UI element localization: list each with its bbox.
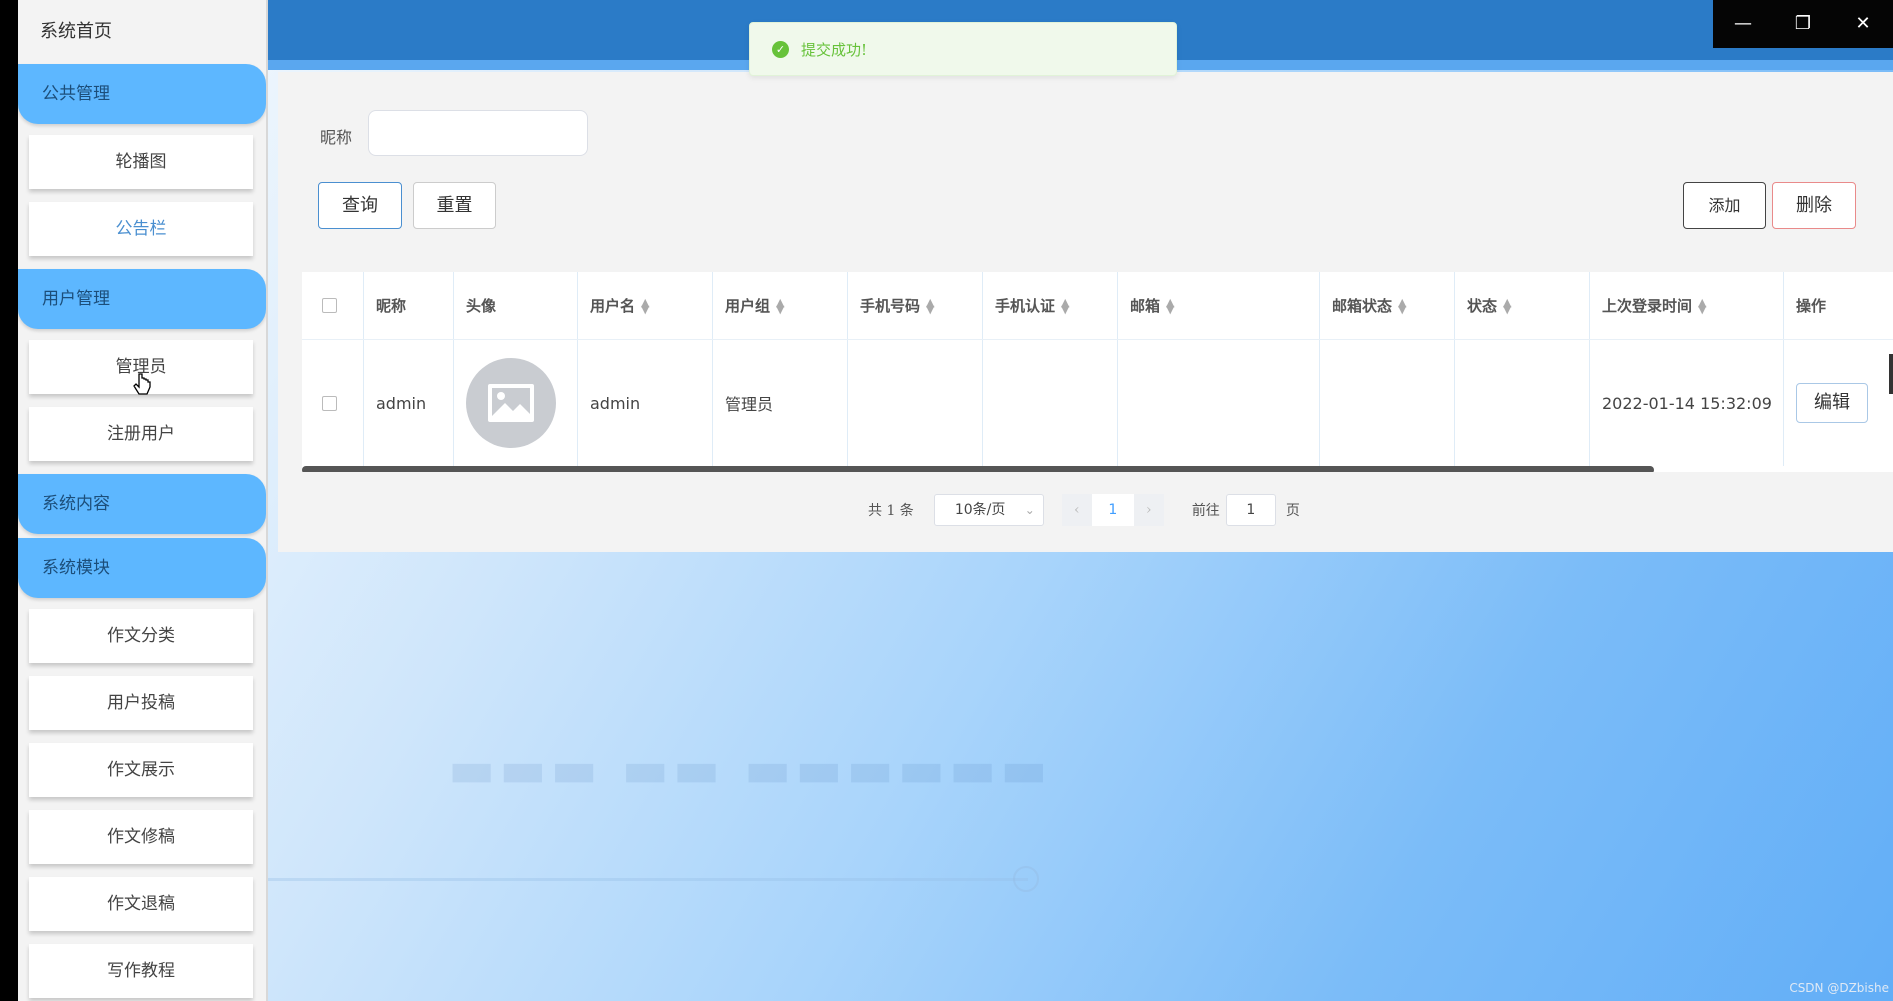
cell-group: 管理员	[713, 340, 848, 466]
avatar-placeholder-icon	[466, 358, 556, 448]
goto-page-input[interactable]: 1	[1225, 494, 1276, 526]
sidebar-group-users[interactable]: 用户管理	[18, 269, 266, 329]
sidebar-item-essay-category[interactable]: 作文分类	[18, 609, 266, 671]
cell-username: admin	[578, 340, 713, 466]
prev-page-icon[interactable]: ‹	[1062, 502, 1092, 518]
cell-phone	[848, 340, 983, 466]
pagination-total: 共 1 条	[868, 503, 914, 519]
right-edge-handle	[1889, 354, 1893, 394]
toast-message: 提交成功!	[801, 40, 868, 59]
pagination: 共 1 条 10条/页 ⌄ ‹ 1 › 前往 1 页	[868, 494, 1300, 526]
sort-icon[interactable]: ▲ ▼	[1503, 297, 1511, 315]
table-header: 昵称 头像 用户名 ▲ ▼ 用户组 ▲ ▼ 手机号码 ▲ ▼ 手机认证 ▲ ▼ 邮箱 ▲ ▼ 邮箱状…	[302, 272, 1893, 340]
add-button[interactable]: 添加	[1683, 182, 1766, 229]
select-all-checkbox[interactable]	[322, 298, 337, 313]
reset-button[interactable]: 重置	[413, 182, 496, 229]
sidebar-item-user-submission[interactable]: 用户投稿	[18, 676, 266, 738]
cell-avatar	[454, 340, 578, 466]
watermark: CSDN @DZbishe	[1789, 981, 1889, 995]
page-number[interactable]: 1	[1091, 494, 1134, 526]
header-email[interactable]: 邮箱 ▲ ▼	[1118, 272, 1320, 339]
success-toast: ✓ 提交成功!	[749, 22, 1177, 76]
header-last-login[interactable]: 上次登录时间 ▲ ▼	[1590, 272, 1784, 339]
header-label: 上次登录时间	[1602, 297, 1693, 315]
mouse-cursor-icon	[133, 373, 151, 395]
goto-label: 前往	[1191, 503, 1220, 519]
delete-button[interactable]: 删除	[1772, 182, 1856, 229]
users-table: 昵称 头像 用户名 ▲ ▼ 用户组 ▲ ▼ 手机号码 ▲ ▼ 手机认证 ▲ ▼ 邮箱 ▲ ▼ 邮箱状…	[302, 272, 1893, 472]
page-size-select[interactable]: 10条/页 ⌄	[933, 494, 1044, 526]
cell-phone-verified	[983, 340, 1118, 466]
header-actions: 操作	[1796, 297, 1827, 315]
sidebar: 系统首页 公共管理 轮播图 公告栏 用户管理 管理员 注册用户 系统内容 系统模…	[18, 0, 268, 1001]
header-phone-verified[interactable]: 手机认证 ▲ ▼	[983, 272, 1118, 339]
cell-actions: 编辑	[1784, 340, 1893, 466]
restore-icon[interactable]: ❐	[1773, 0, 1833, 48]
page-suffix: 页	[1285, 503, 1300, 519]
background-line	[268, 878, 1028, 881]
sidebar-item-essay-rejection[interactable]: 作文退稿	[18, 877, 266, 939]
sort-icon[interactable]: ▲ ▼	[1398, 297, 1406, 315]
sidebar-group-modules[interactable]: 系统模块	[18, 538, 266, 598]
header-status[interactable]: 状态 ▲ ▼	[1455, 272, 1590, 339]
minimize-icon[interactable]: —	[1713, 0, 1773, 48]
cell-status	[1455, 340, 1590, 466]
close-icon[interactable]: ✕	[1833, 0, 1893, 48]
next-page-icon[interactable]: ›	[1134, 502, 1164, 518]
header-group[interactable]: 用户组 ▲ ▼	[713, 272, 848, 339]
header-select-all	[302, 272, 364, 339]
header-email-status[interactable]: 邮箱状态 ▲ ▼	[1320, 272, 1455, 339]
sidebar-home[interactable]: 系统首页	[18, 0, 266, 64]
sidebar-item-notice[interactable]: 公告栏	[18, 202, 266, 264]
background-decoration: ▬▬▬ ▬▬ ▬▬▬▬▬▬	[448, 740, 1052, 798]
cell-email	[1118, 340, 1320, 466]
cell-email-status	[1320, 340, 1455, 466]
content-panel: 昵称 查询 重置 添加 删除 昵称 头像 用户名 ▲ ▼ 用户组 ▲ ▼ 手机号码 ▲ ▼ …	[278, 72, 1893, 552]
nickname-label: 昵称	[320, 128, 353, 147]
sort-icon[interactable]: ▲ ▼	[776, 297, 784, 315]
sidebar-item-essay-display[interactable]: 作文展示	[18, 743, 266, 805]
header-label: 用户组	[725, 297, 771, 315]
cell-nickname: admin	[364, 340, 454, 466]
check-circle-icon: ✓	[772, 40, 789, 58]
sidebar-item-essay-revision[interactable]: 作文修稿	[18, 810, 266, 872]
page-size-value: 10条/页	[954, 502, 1006, 518]
background-knob	[1013, 866, 1039, 892]
sidebar-item-registered-users[interactable]: 注册用户	[18, 407, 266, 469]
query-button[interactable]: 查询	[318, 182, 402, 229]
main-area: ▬▬▬ ▬▬ ▬▬▬▬▬▬ 昵称 查询 重置 添加 删除 昵称 头像 用户名 ▲ ▼…	[268, 0, 1893, 1001]
sort-icon[interactable]: ▲ ▼	[641, 297, 649, 315]
horizontal-scrollbar[interactable]	[302, 466, 1654, 472]
pagination-nav: ‹ 1 ›	[1061, 494, 1164, 526]
sort-icon[interactable]: ▲ ▼	[1698, 297, 1706, 315]
header-phone[interactable]: 手机号码 ▲ ▼	[848, 272, 983, 339]
header-nickname: 昵称	[364, 272, 454, 339]
sort-icon[interactable]: ▲ ▼	[1166, 297, 1174, 315]
row-select	[302, 340, 364, 466]
header-label: 邮箱	[1130, 297, 1161, 315]
sidebar-group-public[interactable]: 公共管理	[18, 64, 266, 124]
cell-last-login: 2022-01-14 15:32:09	[1590, 340, 1784, 466]
header-avatar: 头像	[454, 272, 578, 339]
nickname-search-input[interactable]	[368, 110, 588, 156]
header-label: 状态	[1467, 297, 1498, 315]
row-checkbox[interactable]	[322, 395, 337, 411]
header-label: 手机号码	[860, 297, 921, 315]
sort-icon[interactable]: ▲ ▼	[926, 297, 934, 315]
header-label: 手机认证	[995, 297, 1056, 315]
sidebar-item-writing-tutorial[interactable]: 写作教程	[18, 944, 266, 1001]
edit-button[interactable]: 编辑	[1796, 383, 1868, 423]
header-label: 用户名	[590, 297, 636, 315]
header-username[interactable]: 用户名 ▲ ▼	[578, 272, 713, 339]
sort-icon[interactable]: ▲ ▼	[1061, 297, 1069, 315]
chevron-down-icon: ⌄	[1024, 503, 1035, 517]
window-controls: — ❐ ✕	[1713, 0, 1893, 48]
sidebar-group-content[interactable]: 系统内容	[18, 474, 266, 534]
table-row: admin admin 管理员 2022-01-14 15:32:09 编辑	[302, 340, 1893, 466]
header-label: 邮箱状态	[1332, 297, 1393, 315]
sidebar-item-carousel[interactable]: 轮播图	[18, 135, 266, 197]
